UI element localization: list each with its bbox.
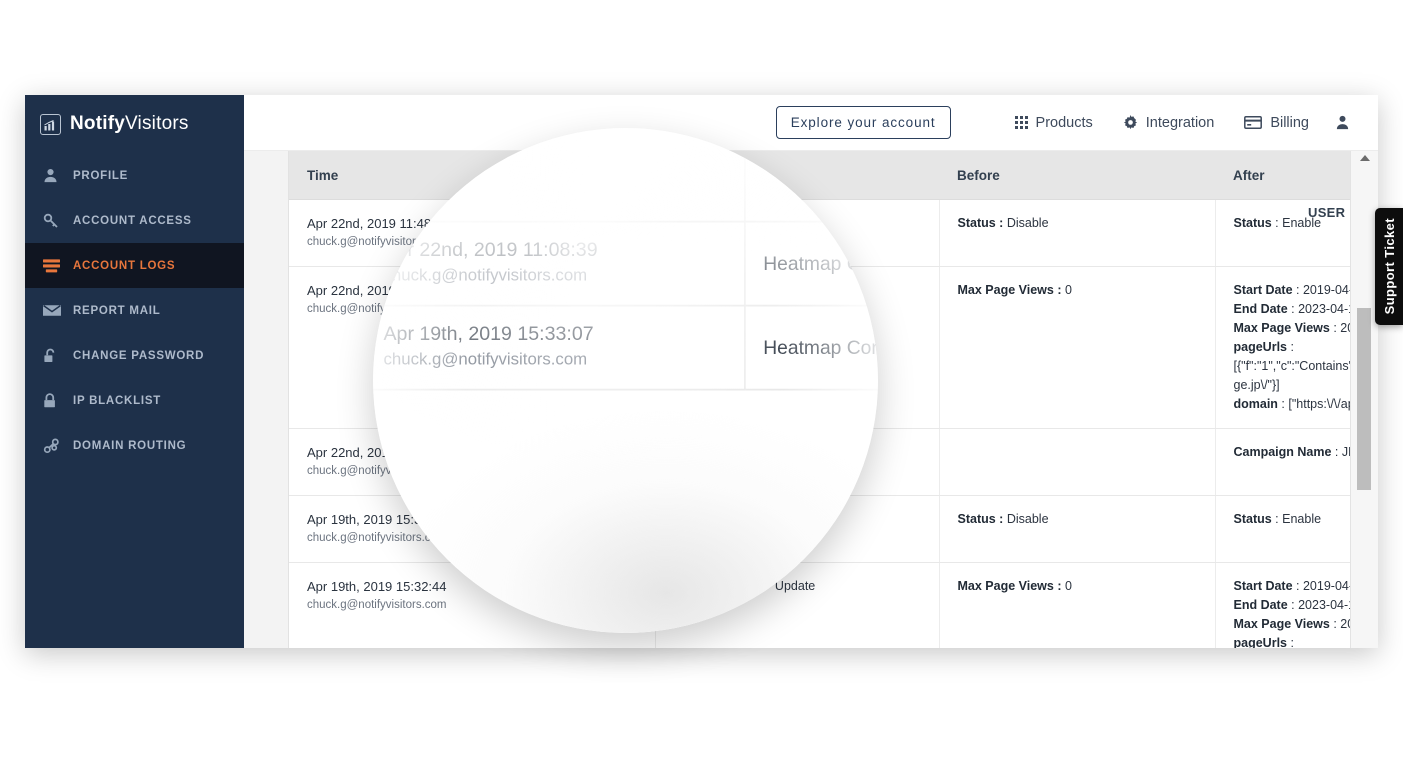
cell-before — [939, 428, 1216, 496]
after-value: 2023-04-19 — [1298, 302, 1352, 316]
magnified-email: chuck.g@notifyvisitors.com — [384, 128, 727, 137]
support-ticket-label: Support Ticket — [1381, 218, 1397, 315]
after-key: pageUrls — [1233, 340, 1288, 354]
topnav-item-account[interactable] — [1335, 115, 1350, 130]
magnified-timestamp: Apr 19th, 2019 15:33:07 — [383, 324, 594, 345]
scrollbar-thumb[interactable] — [1357, 308, 1371, 490]
after-value-json: [{"f":"1","c":"Contains","v":"https:\/\/… — [1233, 359, 1353, 392]
topnav-label: Integration — [1145, 114, 1215, 131]
grid-apps-icon — [1014, 116, 1028, 129]
key-icon — [43, 213, 73, 229]
credit-card-icon — [1244, 116, 1263, 129]
after-value: Enable — [1282, 512, 1322, 526]
topnav-item-products[interactable]: Products — [1014, 114, 1093, 131]
sidebar-item-label: PROFILE — [73, 169, 129, 182]
unlock-icon — [43, 348, 73, 364]
after-value: ["https:\/\/app.editage.jp"] — [1288, 397, 1353, 411]
before-value: Disable — [1006, 216, 1049, 230]
cell-after: Status : Enable — [1215, 495, 1352, 563]
chart-bar-icon — [40, 113, 61, 135]
cell-before: Max Page Views : 0 — [939, 266, 1216, 429]
vertical-scrollbar[interactable] — [1350, 151, 1378, 648]
brand-name-light: Visitors — [125, 113, 189, 134]
after-key: Status — [1233, 512, 1272, 526]
scroll-up-arrow-icon[interactable] — [1359, 155, 1370, 161]
before-value: Disable — [1006, 512, 1049, 526]
topnav-label: Billing — [1270, 114, 1309, 131]
sidebar-item-label: DOMAIN ROUTING — [73, 439, 187, 452]
after-key: Max Page Views — [1233, 321, 1330, 335]
topnav-item-billing[interactable]: Billing — [1244, 115, 1309, 131]
user-avatar-icon — [1335, 115, 1350, 130]
lock-icon — [43, 392, 73, 409]
before-key: Status : — [957, 216, 1004, 230]
magnifier-lens: Apr 22nd, 2019 11:36:06 chuck.g@notifyvi… — [373, 128, 878, 633]
magnified-table-row: Apr 19th, 2019 15:33:07 chuck.g@notifyvi… — [373, 305, 878, 391]
magnified-action: Heatmap Config - Update — [744, 305, 878, 391]
sidebar: Notify Visitors PROFILE ACCOUNT ACCESS A… — [25, 95, 244, 648]
gear-icon — [1123, 115, 1138, 130]
after-key: Start Date — [1233, 283, 1293, 297]
column-header-after[interactable]: After — [1215, 151, 1352, 200]
cell-after: Start Date : 2019-04-22 End Date : 2023-… — [1215, 266, 1353, 429]
cell-after: Campaign Name : JP_EOS — [1215, 428, 1352, 496]
sidebar-item-account-access[interactable]: ACCOUNT ACCESS — [25, 198, 244, 243]
after-value: 2023-04-19 — [1298, 598, 1352, 612]
magnified-email: chuck.g@notifyvisitors.com — [383, 266, 588, 286]
sidebar-item-report-mail[interactable]: REPORT MAIL — [25, 288, 244, 333]
sidebar-item-label: IP BLACKLIST — [73, 394, 162, 407]
after-value: 2019-04-22 — [1302, 283, 1352, 297]
magnified-action: Heatmap Config - Update — [744, 128, 878, 223]
sidebar-item-label: REPORT MAIL — [73, 304, 161, 317]
sidebar-item-label: CHANGE PASSWORD — [73, 349, 205, 362]
magnified-timestamp: Apr 22nd, 2019 11:08:39 — [383, 240, 598, 261]
before-key: Max Page Views : — [957, 579, 1062, 593]
cell-before: Max Page Views : 0 — [939, 562, 1216, 648]
brand-logo[interactable]: Notify Visitors — [25, 95, 244, 153]
brand-name-bold: Notify — [70, 113, 126, 134]
before-key: Max Page Views : — [957, 283, 1062, 297]
magnified-table-row: Apr 22nd, 2019 11:36:06 chuck.g@notifyvi… — [373, 128, 878, 223]
after-value: 2019-04-19 — [1302, 579, 1352, 593]
topnav-item-integration[interactable]: Integration — [1123, 114, 1215, 131]
after-key: Max Page Views — [1233, 617, 1330, 631]
after-key: domain — [1233, 397, 1278, 411]
envelope-icon — [43, 304, 73, 317]
sidebar-item-account-logs[interactable]: ACCOUNT LOGS — [25, 243, 244, 288]
partial-column-header-user: USER — [1308, 205, 1346, 220]
logs-list-icon — [43, 258, 73, 273]
magnified-content: Apr 22nd, 2019 11:36:06 chuck.g@notifyvi… — [373, 128, 878, 633]
after-key: Status — [1233, 216, 1272, 230]
sidebar-item-label: ACCOUNT LOGS — [73, 259, 176, 272]
after-key: pageUrls — [1233, 636, 1288, 648]
before-key: Status : — [957, 512, 1004, 526]
column-header-before[interactable]: Before — [939, 151, 1215, 200]
user-icon — [43, 168, 73, 183]
magnified-logs-table: Apr 22nd, 2019 11:36:06 chuck.g@notifyvi… — [373, 128, 878, 391]
magnifier-viewport: Apr 22nd, 2019 11:36:06 chuck.g@notifyvi… — [373, 128, 878, 633]
after-key: End Date — [1233, 302, 1288, 316]
sidebar-item-label: ACCOUNT ACCESS — [73, 214, 192, 227]
after-key: Campaign Name — [1233, 445, 1332, 459]
after-key: End Date — [1233, 598, 1288, 612]
magnified-action: Heatmap Config - Create New — [744, 221, 878, 307]
topnav-label: Products — [1035, 114, 1093, 131]
magnified-email: chuck.g@notifyvisitors.com — [383, 350, 588, 370]
magnified-table-row: Apr 22nd, 2019 11:08:39 chuck.g@notifyvi… — [373, 221, 878, 307]
before-value: 0 — [1064, 283, 1072, 297]
link-chain-icon — [43, 438, 73, 454]
sidebar-item-change-password[interactable]: CHANGE PASSWORD — [25, 333, 244, 378]
support-ticket-tab[interactable]: Support Ticket — [1375, 208, 1403, 325]
cell-before: Status : Disable — [939, 199, 1216, 267]
cell-before: Status : Disable — [939, 495, 1216, 563]
sidebar-item-profile[interactable]: PROFILE — [25, 153, 244, 198]
sidebar-item-ip-blacklist[interactable]: IP BLACKLIST — [25, 378, 244, 423]
before-value: 0 — [1064, 579, 1072, 593]
after-key: Start Date — [1233, 579, 1293, 593]
cell-after: Start Date : 2019-04-19 End Date : 2023-… — [1215, 562, 1352, 648]
sidebar-item-domain-routing[interactable]: DOMAIN ROUTING — [25, 423, 244, 468]
